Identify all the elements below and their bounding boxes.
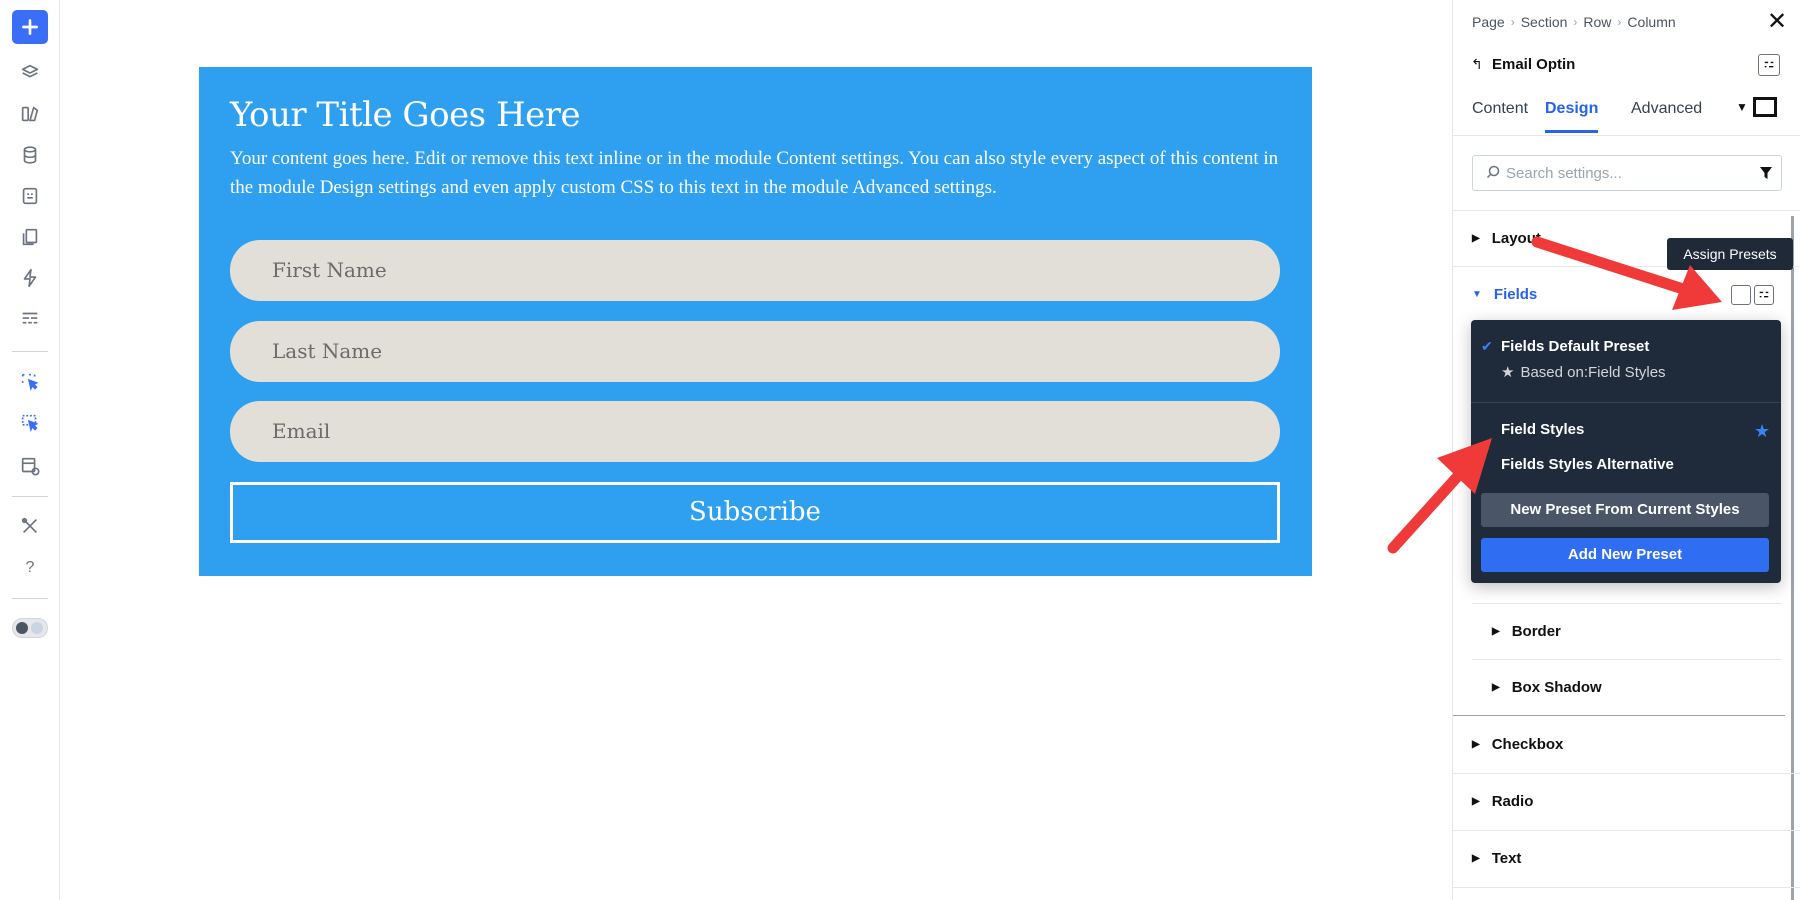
caret-right-icon: ▶ [1472,233,1480,244]
module-name: Email Optin [1492,56,1576,73]
toolbar-divider [12,496,48,497]
based-on-text: Based on:Field Styles [1520,363,1666,381]
cursor-select-icon[interactable] [12,364,48,400]
toolbar-divider [12,598,48,599]
group-border[interactable]: ▶ Border [1492,623,1561,640]
group-label: Border [1511,623,1561,640]
pages-icon[interactable] [12,219,48,255]
scrollbar[interactable] [1791,216,1794,900]
lightning-icon[interactable] [12,260,48,296]
new-preset-from-current-button[interactable]: New Preset From Current Styles [1481,493,1769,527]
group-label: Radio [1491,793,1534,810]
tools-icon[interactable] [12,508,48,544]
multi-select-icon[interactable] [12,405,48,441]
toggle-knob [16,622,28,634]
preset-item-fields-styles-alternative[interactable]: Fields Styles Alternative [1501,456,1674,473]
toggle-track-dot [31,622,43,634]
theme-toggle-icon[interactable] [12,618,48,638]
search-icon [1486,165,1500,179]
breadcrumb-page[interactable]: Page [1472,14,1505,30]
caret-right-icon: ▶ [1492,682,1500,693]
tab-advanced[interactable]: Advanced [1631,100,1702,130]
fields-option-icon[interactable] [1731,285,1751,305]
divider [1453,773,1800,774]
add-icon[interactable] [12,10,48,44]
group-checkbox[interactable]: ▶ Checkbox [1472,736,1563,753]
group-box-shadow[interactable]: ▶ Box Shadow [1492,679,1602,696]
group-radio[interactable]: ▶ Radio [1472,793,1533,810]
divider [1453,830,1800,831]
caret-right-icon: ▶ [1492,626,1500,637]
breadcrumb-separator: › [1617,15,1622,29]
group-layout[interactable]: ▶ Layout [1472,230,1541,247]
caret-down-icon: ▼ [1472,289,1482,300]
breadcrumb-separator: › [1573,15,1578,29]
preset-dropdown: ✔ Fields Default Preset ★ Based on:Field… [1471,320,1781,583]
caret-right-icon: ▶ [1472,739,1480,750]
design-library-icon[interactable] [12,96,48,132]
chevron-down-icon[interactable]: ▼ [1736,100,1748,114]
template-icon[interactable] [12,178,48,214]
group-text[interactable]: ▶ Text [1472,850,1521,867]
sections-icon[interactable] [12,301,48,337]
star-icon[interactable]: ★ [1754,421,1770,442]
breadcrumb-separator: › [1510,15,1515,29]
divider [1472,659,1782,660]
breadcrumb-row[interactable]: Row [1583,14,1611,30]
back-icon[interactable]: ↰ [1471,56,1483,73]
group-label: Text [1491,850,1522,867]
preview-icon[interactable] [12,448,48,484]
star-icon: ★ [1501,364,1515,381]
close-icon[interactable]: ✕ [1767,10,1787,34]
breadcrumb: Page › Section › Row › Column [1472,14,1676,30]
view-mode-icon[interactable] [1753,97,1777,117]
divider [1453,715,1785,716]
layers-icon[interactable] [12,55,48,91]
add-new-preset-button[interactable]: Add New Preset [1481,538,1769,572]
tab-design[interactable]: Design [1545,100,1599,133]
default-preset-item[interactable]: Fields Default Preset [1501,338,1649,355]
settings-tabs: Content Design Advanced [1453,92,1800,136]
database-icon[interactable] [12,137,48,173]
assign-presets-icon[interactable] [1754,285,1774,305]
search-input[interactable]: Search settings... [1472,155,1782,191]
email-optin-module[interactable]: Your Title Goes Here Your content goes h… [199,67,1312,576]
filter-icon[interactable] [1758,165,1774,181]
group-fields[interactable]: ▼ Fields [1472,286,1537,303]
subscribe-button[interactable]: Subscribe [230,482,1280,543]
module-body-text[interactable]: Your content goes here. Edit or remove t… [230,144,1290,202]
based-on-label: ★ Based on:Field Styles [1501,363,1666,382]
caret-right-icon: ▶ [1472,796,1480,807]
divider [1471,402,1781,403]
first-name-field[interactable]: First Name [230,240,1280,301]
toolbar-divider [12,351,48,352]
group-label: Fields [1493,286,1538,303]
search-placeholder: Search settings... [1506,165,1622,182]
email-field[interactable]: Email [230,401,1280,462]
tab-content[interactable]: Content [1472,100,1528,130]
breadcrumb-section[interactable]: Section [1521,14,1568,30]
group-label: Box Shadow [1511,679,1602,696]
help-icon[interactable]: ? [12,550,48,586]
group-label: Layout [1491,230,1541,247]
divider [1453,887,1800,888]
left-toolbar: ? [0,0,60,900]
checkmark-icon: ✔ [1481,338,1493,354]
breadcrumb-column[interactable]: Column [1627,14,1675,30]
assign-presets-tooltip: Assign Presets [1667,238,1793,270]
preset-item-field-styles[interactable]: Field Styles [1501,421,1584,438]
caret-right-icon: ▶ [1472,853,1480,864]
module-presets-icon[interactable] [1758,54,1780,76]
divider [1472,603,1782,604]
group-label: Checkbox [1491,736,1564,753]
module-title[interactable]: Your Title Goes Here [230,95,581,135]
divider [1453,210,1800,211]
last-name-field[interactable]: Last Name [230,321,1280,382]
